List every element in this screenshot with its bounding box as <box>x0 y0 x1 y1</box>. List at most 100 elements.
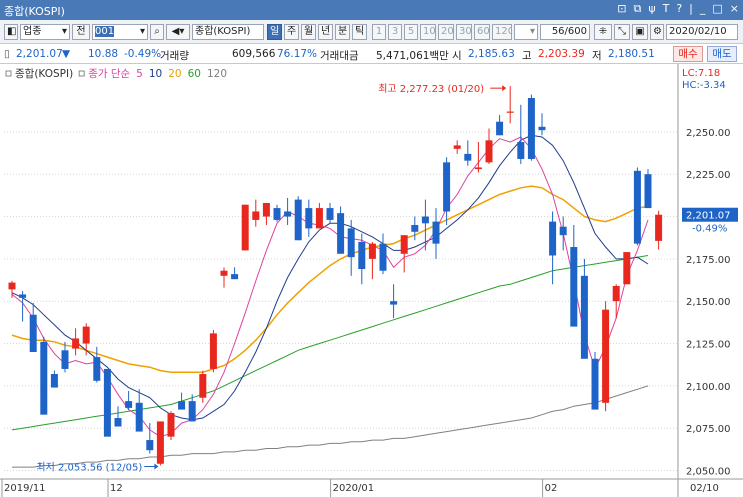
period-button-day[interactable]: 일 <box>267 24 282 40</box>
candle-body <box>72 338 80 349</box>
candle-body <box>368 243 376 259</box>
font-icon[interactable]: T <box>663 2 670 16</box>
minute-unit-5[interactable]: 5 <box>404 24 418 40</box>
candlestick-chart[interactable]: 2,050.00 2,075.00 2,100.00 2,125.00 2,150.00… <box>0 64 743 497</box>
dock-icon[interactable]: ⊡ <box>617 2 626 16</box>
candle-body <box>284 211 292 217</box>
minimize-icon[interactable]: _ <box>700 2 706 16</box>
candle-body <box>178 401 186 410</box>
pin-icon[interactable]: ψ <box>648 2 655 16</box>
save-icon[interactable]: ▣ <box>632 24 648 40</box>
title-bar: 종합(KOSPI) ⊡ ⧉ ψ T ? | _ □ × <box>0 0 743 20</box>
amount-label: 거래대금 <box>320 50 359 62</box>
candle-body <box>326 208 334 220</box>
chart-tools-icon[interactable]: ⁜ <box>594 24 612 40</box>
low-annotation: 최저 2,053.56 (12/05) <box>36 462 142 474</box>
candle-body <box>570 247 578 327</box>
buy-button[interactable]: 매수 <box>673 46 703 62</box>
minute-unit-1[interactable]: 1 <box>372 24 386 40</box>
candle-body <box>443 162 451 212</box>
candle-body <box>135 402 143 432</box>
candle-body <box>612 285 620 302</box>
close-icon[interactable]: × <box>730 2 739 16</box>
x-tick-label: 12 <box>110 483 123 494</box>
minute-unit-3[interactable]: 3 <box>388 24 402 40</box>
candle-body <box>633 170 641 244</box>
candle-body <box>644 174 652 209</box>
quote-bar: ▯ 2,201.07 ▼ 10.88 -0.49% 거래량 609,566 76… <box>0 44 743 64</box>
low-label: 저 <box>592 50 602 62</box>
candle-body <box>400 235 408 254</box>
separator: | <box>689 2 693 15</box>
candle-body <box>252 211 260 220</box>
info-icon[interactable]: ▯ <box>4 48 10 60</box>
legend-item: 120 <box>207 68 227 80</box>
count-field[interactable]: 56/600 <box>540 24 590 40</box>
y-tick-label: 2,075.00 <box>686 424 731 435</box>
period-button-week[interactable]: 주 <box>284 24 299 40</box>
candle-body <box>411 225 419 232</box>
minute-unit-120[interactable]: 120 <box>492 24 512 40</box>
current-pct-label: -0.49% <box>692 224 727 235</box>
candle-body <box>464 153 472 161</box>
restore-icon[interactable]: ⧉ <box>633 2 641 16</box>
window-controls: ⊡ ⧉ ψ T ? | _ □ × <box>617 2 739 16</box>
candle-body <box>358 241 366 270</box>
candle-body <box>602 309 610 403</box>
candle-body <box>294 199 302 241</box>
crosshair-icon[interactable]: ⤡ <box>614 24 630 40</box>
period-button-month[interactable]: 월 <box>301 24 316 40</box>
minute-unit-10[interactable]: 10 <box>420 24 436 40</box>
period-button-minute[interactable]: 분 <box>335 24 350 40</box>
legend: 종합(KOSPI) 종가 단순 5 10 20 60 120 <box>5 68 227 80</box>
candle-body <box>241 204 249 251</box>
period-button-tick[interactable]: 틱 <box>352 24 367 40</box>
minute-unit-20[interactable]: 20 <box>438 24 454 40</box>
y-tick-label: 2,125.00 <box>686 340 731 351</box>
legend-item: 60 <box>188 68 201 80</box>
sound-icon[interactable]: ◀▾ <box>166 24 190 40</box>
high-label: 고 <box>522 50 532 62</box>
candle-body <box>114 418 122 427</box>
code-input[interactable]: 001 ▾ <box>92 24 148 40</box>
stock-name-field[interactable]: 종합(KOSPI) <box>192 24 264 40</box>
date-field[interactable]: 2020/02/10 <box>666 24 738 40</box>
x-tick-label: 02 <box>545 483 558 494</box>
market-select[interactable]: 업종 ▾ <box>20 24 70 40</box>
period-button-year[interactable]: 년 <box>318 24 333 40</box>
candle-body <box>156 421 164 464</box>
candle-body <box>474 167 482 170</box>
window-title: 종합(KOSPI) <box>4 5 65 18</box>
search-icon[interactable]: ⌕ <box>150 24 164 40</box>
unit-dropdown[interactable]: ▾ <box>514 24 538 40</box>
chevron-down-icon: ▾ <box>139 26 145 37</box>
help-icon[interactable]: ? <box>676 2 682 16</box>
change-value: 10.88 <box>88 48 119 60</box>
candle-body <box>199 374 207 398</box>
minute-unit-30[interactable]: 30 <box>456 24 472 40</box>
candle-body <box>8 282 16 290</box>
y-tick-label: 2,225.00 <box>686 170 731 181</box>
candle-body <box>93 357 101 381</box>
candle-body <box>315 208 323 229</box>
change-arrow-icon: ▼ <box>62 48 71 60</box>
gear-icon[interactable]: ⚙ <box>650 24 664 40</box>
hc-label: HC:-3.34 <box>682 80 726 91</box>
sell-button[interactable]: 매도 <box>707 46 737 62</box>
legend-item: 종가 단순 <box>88 68 130 80</box>
open-label: 시 <box>452 50 462 62</box>
minute-unit-60[interactable]: 60 <box>474 24 490 40</box>
candle-body <box>337 213 345 254</box>
layout-icon[interactable]: ◧ <box>4 24 18 40</box>
volume-value: 609,566 <box>232 48 276 60</box>
legend-item: 20 <box>168 68 181 80</box>
maximize-icon[interactable]: □ <box>712 2 722 16</box>
candle-body <box>591 358 599 410</box>
candle-body <box>347 228 355 258</box>
candle-body <box>231 274 239 280</box>
candle-body <box>82 326 90 344</box>
y-tick-label: 2,175.00 <box>686 255 731 266</box>
candle-body <box>262 202 270 217</box>
code-value: 001 <box>95 26 115 37</box>
jeon-button[interactable]: 전 <box>72 24 90 40</box>
